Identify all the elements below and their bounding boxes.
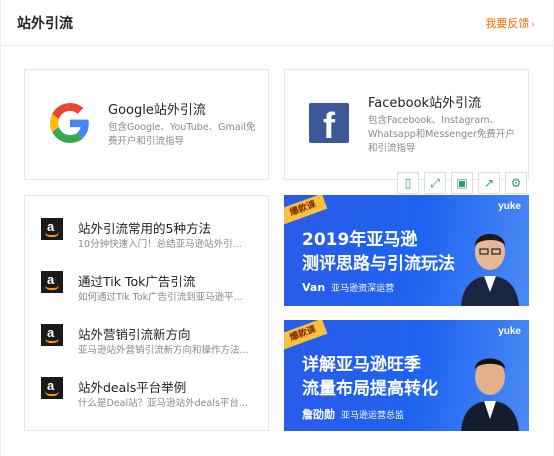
share-icon[interactable]: ↗ [478,172,500,194]
banner-headline-2: 流量布局提高转化 [302,379,438,399]
section-title: 站外引流 [17,16,73,32]
page-frame: 站外引流 我要反馈 › Google站外引流 包含Google、YouTube、G… [0,0,554,456]
list-item-subtitle: 10分钟快速入门！总结亚马逊站外引... [78,239,242,250]
speaker-portrait-icon [461,234,519,306]
settings-icon[interactable]: ⚙ [505,172,527,194]
google-card[interactable]: Google站外引流 包含Google、YouTube、Gmail免费开户和引流… [24,69,269,180]
feedback-label[interactable]: 我要反馈 [485,17,529,30]
list-item-title: 站外营销引流新方向 [78,327,191,342]
amazon-icon: a [41,324,63,346]
banner-headline-1: 详解亚马逊旺季 [302,355,421,375]
banner-brand: yuke [498,201,521,212]
save-icon[interactable]: ▣ [451,172,473,194]
banner-headline-1: 2019年亚马逊 [302,230,418,250]
feedback-link[interactable]: 我要反馈 › [485,15,535,31]
list-item[interactable]: a 站外营销引流新方向 亚马逊站外营销引流新方向和操作方法... [41,322,261,362]
banner-brand: yuke [498,326,521,337]
list-item-title: 通过Tik Tok广告引流 [78,274,196,289]
list-item[interactable]: a 站外deals平台举例 什么是Deal站？亚马逊站外deals平台... [41,375,261,415]
speaker-portrait-icon [461,358,519,431]
google-card-desc: 包含Google、YouTube、Gmail免费开户和引流指导 [108,122,256,147]
phone-icon[interactable]: ▯ [397,172,419,194]
course-banner-1[interactable]: 爆款课 yuke 2019年亚马逊 测评思路与引流玩法 Van 亚马逊资深运营 [284,195,529,306]
facebook-card-title: Facebook站外引流 [368,96,482,111]
list-item-title: 站外deals平台举例 [78,380,187,395]
expand-icon[interactable]: ⤢ [424,172,446,194]
list-item-title: 站外引流常用的5种方法 [78,221,211,236]
banner-speaker: Van 亚马逊资深运营 [302,281,395,294]
banner-tag: 爆款课 [284,195,328,225]
facebook-logo-icon: f [309,103,349,146]
banner-headline-2: 测评思路与引流玩法 [302,254,455,274]
amazon-icon: a [41,271,63,293]
section-header: 站外引流 我要反馈 › [1,0,554,46]
google-card-title: Google站外引流 [108,103,206,118]
list-item[interactable]: a 站外引流常用的5种方法 10分钟快速入门！总结亚马逊站外引... [41,216,261,256]
amazon-icon: a [41,377,63,399]
course-banner-2[interactable]: 爆款课 yuke 详解亚马逊旺季 流量布局提高转化 詹劭勋 亚马逊运营总监 [284,320,529,431]
banner-speaker: 詹劭勋 亚马逊运营总监 [302,408,405,421]
amazon-icon: a [41,218,63,240]
list-item[interactable]: a 通过Tik Tok广告引流 如何通过Tik Tok广告引流到亚马逊平... [41,269,261,309]
facebook-card-desc: 包含Facebook、Instagram、Whatsapp和Messenger免… [368,115,515,154]
floating-toolbar: ▯ ⤢ ▣ ↗ ⚙ [397,172,530,196]
article-list: a 站外引流常用的5种方法 10分钟快速入门！总结亚马逊站外引... a 通过T… [24,195,269,431]
chevron-right-icon: › [531,20,535,30]
list-item-subtitle: 什么是Deal站？亚马逊站外deals平台... [78,398,248,409]
banner-tag: 爆款课 [284,320,328,350]
facebook-card[interactable]: f Facebook站外引流 包含Facebook、Instagram、What… [284,69,529,180]
list-item-subtitle: 亚马逊站外营销引流新方向和操作方法... [78,345,249,356]
google-logo-icon [50,103,89,143]
list-item-subtitle: 如何通过Tik Tok广告引流到亚马逊平... [78,292,243,303]
